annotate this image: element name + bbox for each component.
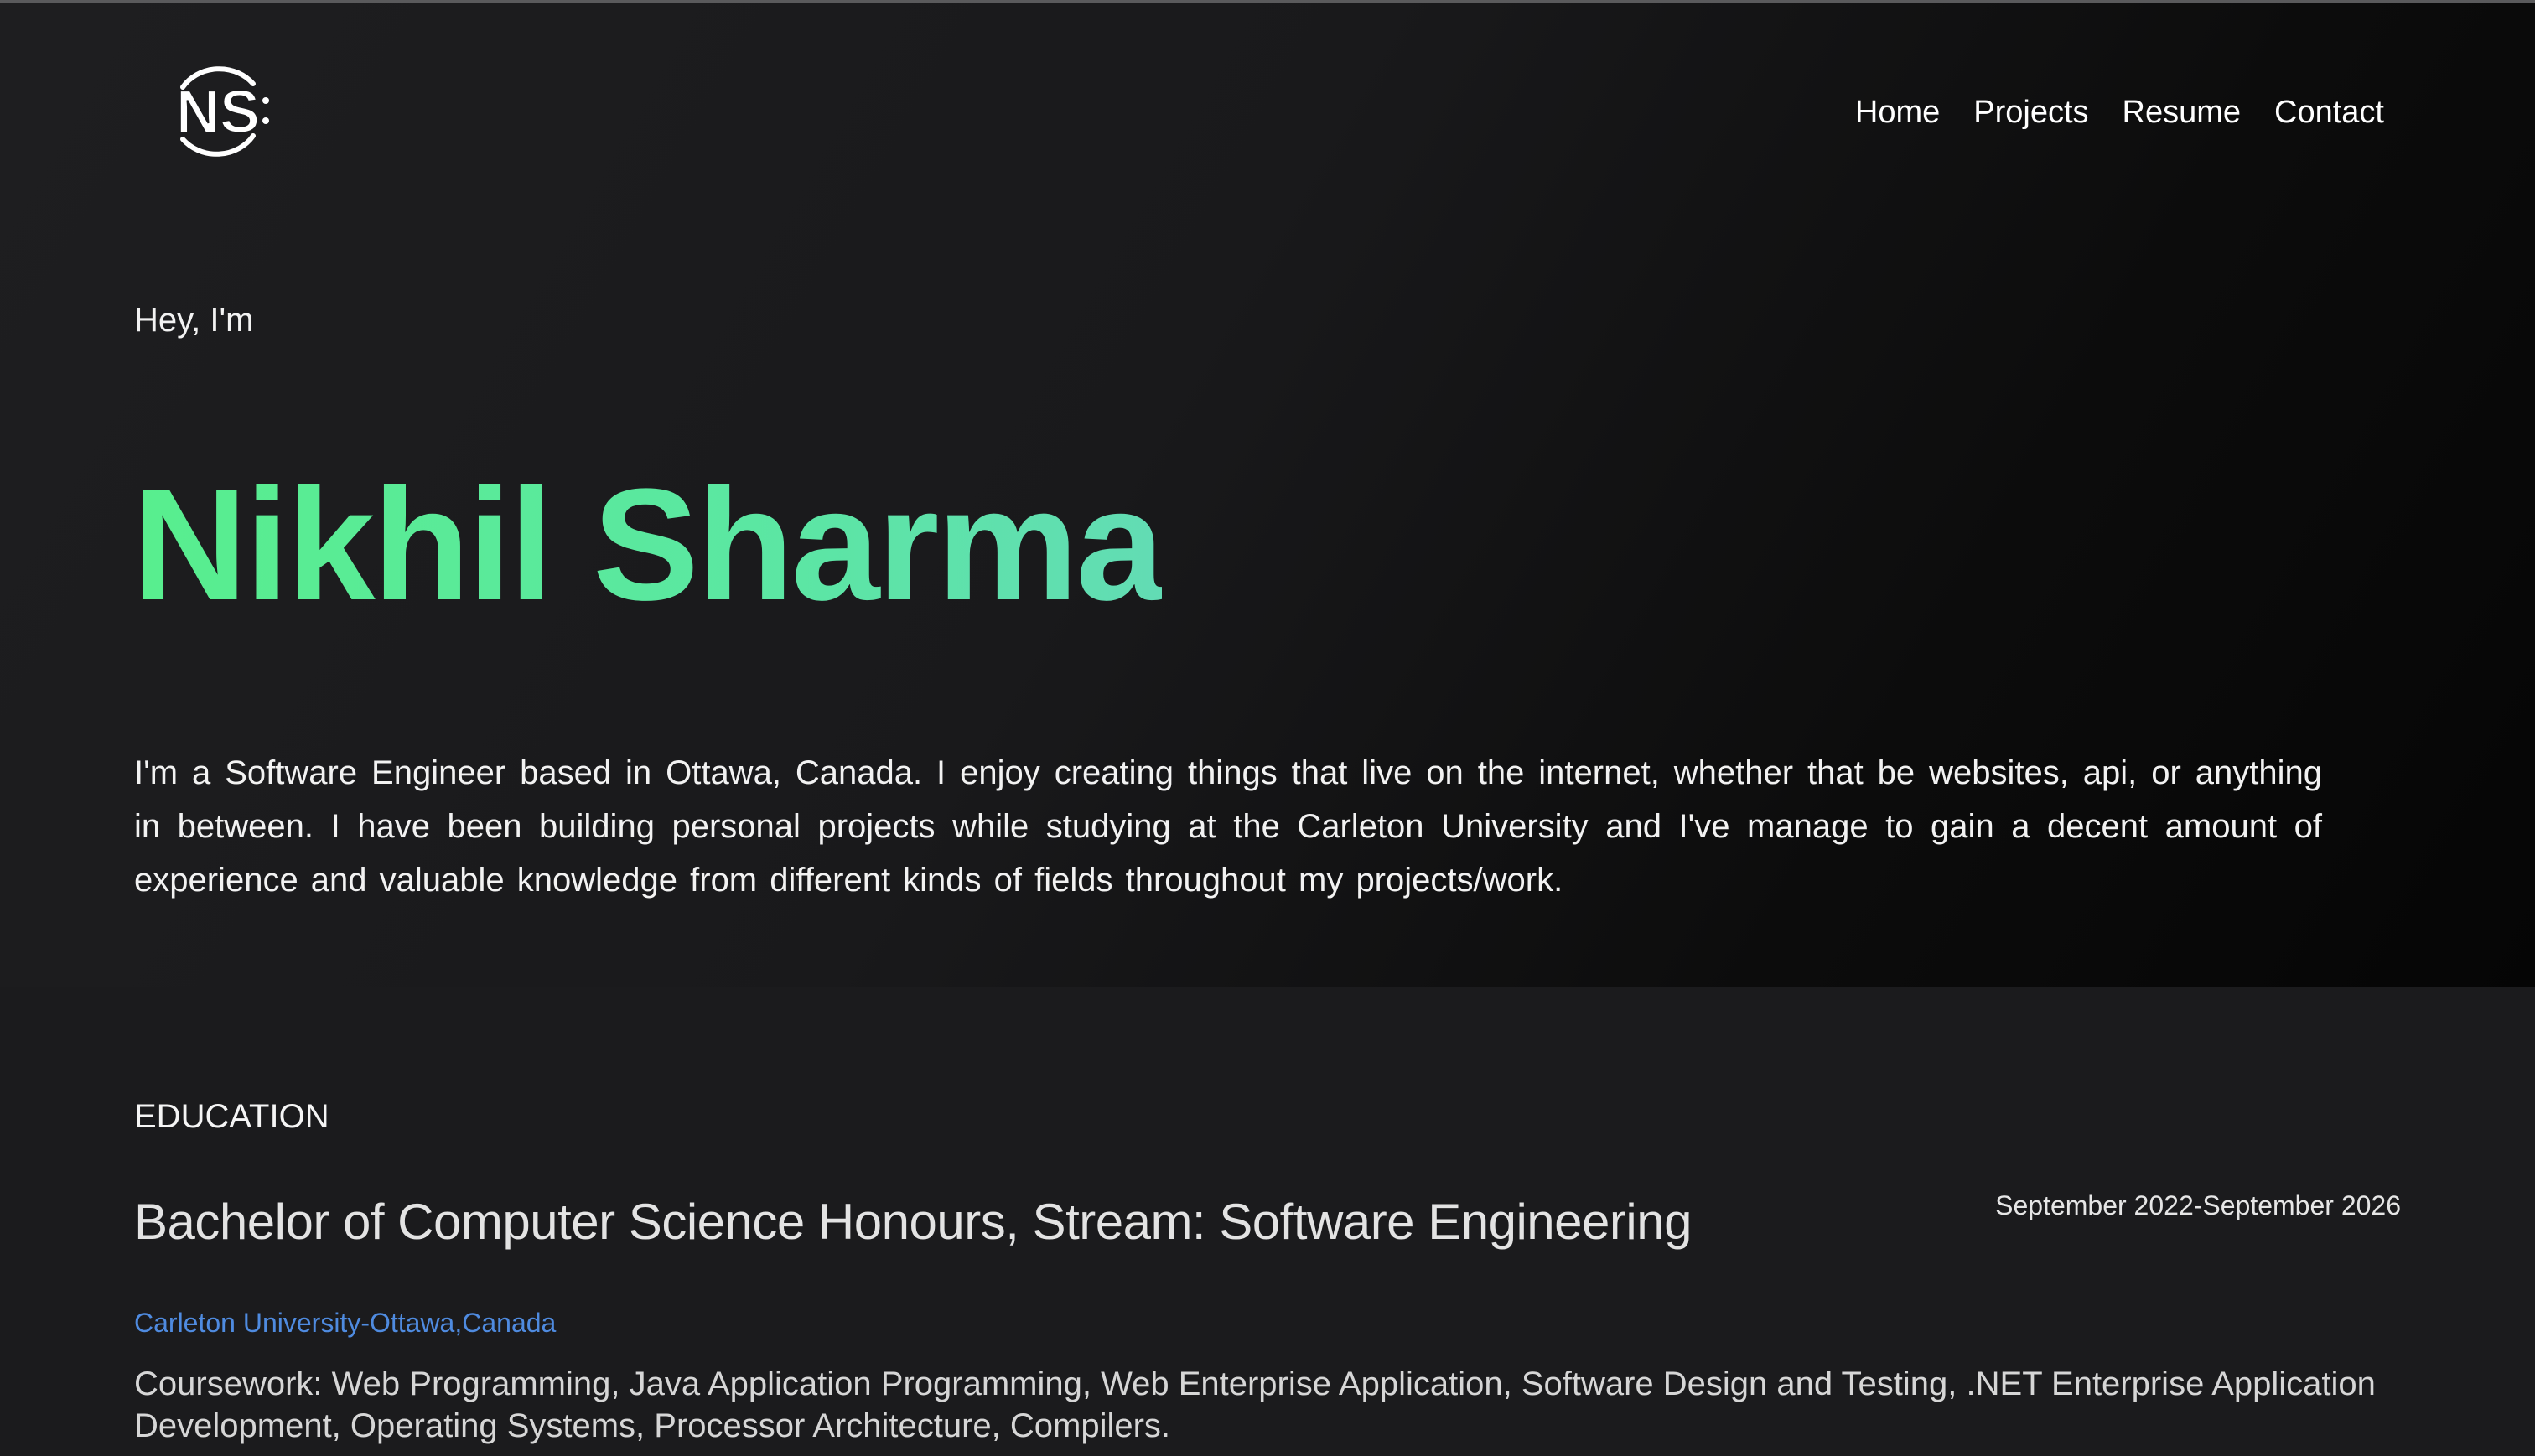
nav-resume-link[interactable]: Resume (2123, 91, 2242, 134)
main-nav: Home Projects Resume Contact (1855, 91, 2384, 134)
svg-text:NS: NS (176, 79, 260, 146)
degree-title: Bachelor of Computer Science Honours, St… (134, 1194, 1692, 1250)
coursework-text: Coursework: Web Programming, Java Applic… (134, 1365, 2376, 1444)
institution-link[interactable]: Carleton University-Ottawa,Canada (134, 1304, 556, 1341)
nav-projects-link[interactable]: Projects (1973, 91, 2088, 134)
hero-bio: I'm a Software Engineer based in Ottawa,… (134, 754, 2322, 899)
ns-logo[interactable]: NS (159, 59, 277, 164)
nav-contact-link[interactable]: Contact (2274, 91, 2384, 134)
degree-dates: September 2022-September 2026 (1995, 1190, 2401, 1220)
nav-home-link[interactable]: Home (1855, 91, 1940, 134)
portfolio-page: NS Home Projects Resume Contact Hey, I'm… (0, 0, 2535, 1456)
ns-logo-icon: NS (175, 66, 269, 157)
education-heading: EDUCATION (134, 1098, 329, 1135)
hero-greeting: Hey, I'm (134, 302, 254, 339)
hero-name: Nikhil Sharma (132, 453, 1164, 637)
